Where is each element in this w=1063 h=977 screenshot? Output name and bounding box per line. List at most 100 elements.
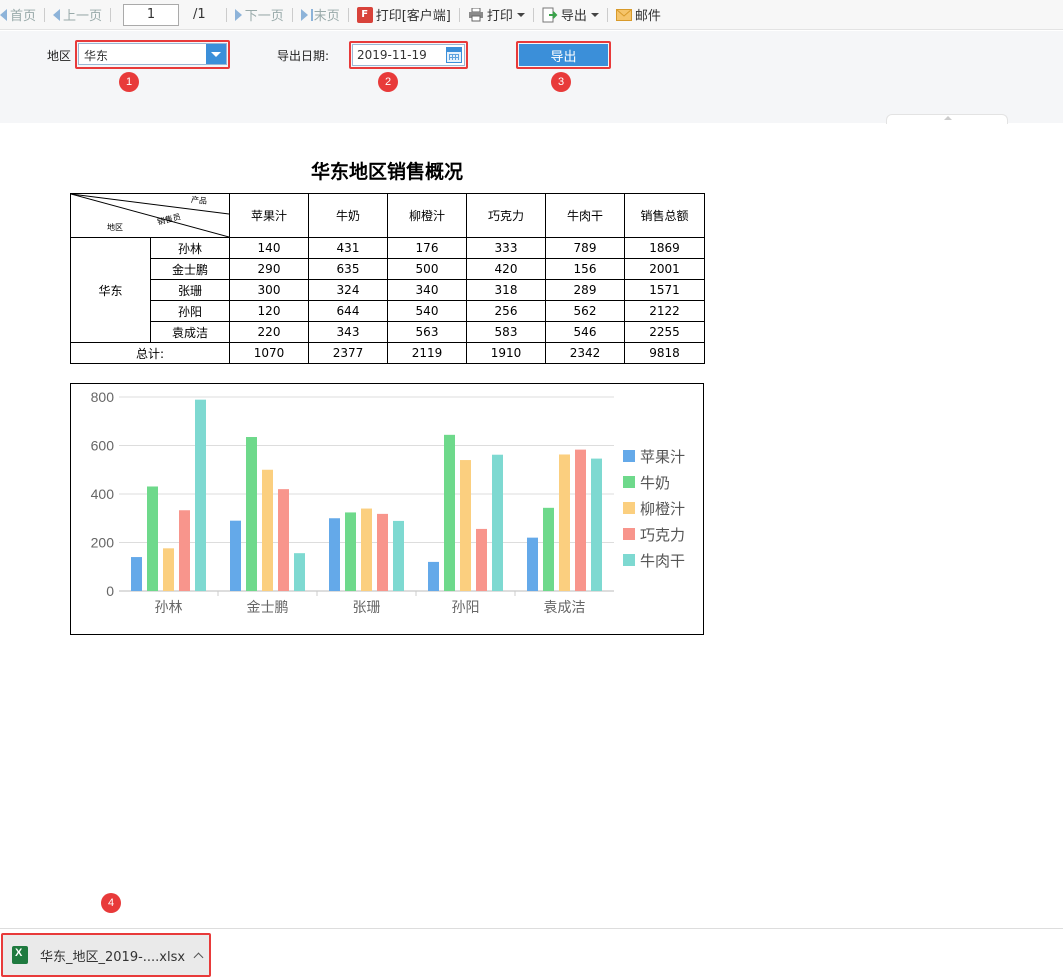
x-tick-label: 孙阳 bbox=[452, 600, 480, 616]
page-total: /1 bbox=[193, 7, 206, 22]
legend-label: 牛肉干 bbox=[640, 552, 685, 570]
step-badge-2: 2 bbox=[378, 72, 398, 92]
legend-swatch bbox=[623, 476, 635, 488]
column-header: 巧克力 bbox=[466, 193, 546, 238]
prev-page-label: 上一页 bbox=[63, 9, 103, 24]
salesperson-cell: 张珊 bbox=[150, 279, 230, 301]
panel-collapse-toggle[interactable] bbox=[886, 114, 1008, 124]
bar bbox=[262, 469, 273, 591]
bar bbox=[147, 486, 158, 591]
print-client-button[interactable]: F 打印[客户端] bbox=[356, 5, 451, 24]
bar bbox=[444, 434, 455, 591]
legend-swatch bbox=[623, 502, 635, 514]
chart-canvas: 0 200 400 600 800 孙林 金士鹏 张珊 孙阳 袁成洁 苹果汁牛奶柳橙汁巧克力牛肉干 bbox=[91, 389, 685, 616]
bar bbox=[460, 460, 471, 591]
salesperson-cell: 袁成洁 bbox=[150, 321, 230, 343]
export-menu-button[interactable]: 导出 bbox=[542, 5, 599, 24]
highlight-box-1 bbox=[75, 40, 230, 69]
print-label: 打印 bbox=[486, 9, 513, 24]
value-cell: 140 bbox=[229, 237, 309, 259]
value-cell: 300 bbox=[229, 279, 309, 301]
value-cell: 635 bbox=[308, 258, 388, 280]
region-cell: 华东 bbox=[70, 237, 151, 343]
row-total-cell: 1869 bbox=[624, 237, 705, 259]
value-cell: 324 bbox=[308, 279, 388, 301]
column-header: 销售总额 bbox=[624, 193, 705, 238]
bar bbox=[329, 518, 340, 591]
x-tick-label: 袁成洁 bbox=[544, 600, 586, 616]
salesperson-cell: 孙阳 bbox=[150, 300, 230, 322]
value-cell: 420 bbox=[466, 258, 546, 280]
total-label-cell: 总计: bbox=[70, 342, 230, 364]
page-number-input[interactable]: 1 bbox=[123, 3, 180, 26]
table-row: 袁成洁 220 343 563 583 546 2255 bbox=[71, 321, 705, 343]
value-cell: 318 bbox=[466, 279, 546, 301]
bar bbox=[230, 520, 241, 591]
salesperson-cell: 孙林 bbox=[150, 237, 230, 259]
value-cell: 120 bbox=[229, 300, 309, 322]
prev-page-icon bbox=[53, 8, 61, 21]
total-cell: 1070 bbox=[229, 342, 309, 364]
total-cell: 2377 bbox=[308, 342, 388, 364]
mail-button[interactable]: 邮件 bbox=[615, 5, 661, 24]
first-page-icon bbox=[0, 8, 7, 21]
bar bbox=[361, 508, 372, 591]
bar bbox=[428, 561, 439, 591]
table-row: 华东 孙林 140 431 176 333 789 1869 bbox=[70, 237, 705, 343]
total-cell: 1910 bbox=[466, 342, 546, 364]
grand-total-cell: 9818 bbox=[624, 342, 705, 364]
value-cell: 563 bbox=[387, 321, 467, 343]
separator bbox=[110, 7, 112, 22]
separator bbox=[44, 7, 46, 22]
value-cell: 644 bbox=[308, 300, 388, 322]
prev-page-button[interactable]: 上一页 bbox=[53, 5, 102, 24]
bar bbox=[377, 513, 388, 591]
y-tick-label: 600 bbox=[91, 438, 115, 454]
total-cell: 2119 bbox=[387, 342, 467, 364]
bar bbox=[345, 512, 356, 591]
print-button[interactable]: 打印 bbox=[468, 5, 525, 24]
value-cell: 256 bbox=[466, 300, 546, 322]
salesperson-cell: 金士鹏 bbox=[150, 258, 230, 280]
diagonal-header-cell: 产品 销售员 地区 bbox=[70, 193, 230, 238]
bar bbox=[559, 454, 570, 591]
value-cell: 156 bbox=[545, 258, 625, 280]
y-tick-label: 0 bbox=[106, 583, 114, 599]
legend-label: 苹果汁 bbox=[640, 448, 685, 466]
table-row: 孙阳 120 644 540 256 562 2122 bbox=[71, 300, 705, 322]
bar bbox=[476, 528, 487, 591]
bar bbox=[246, 437, 257, 591]
bar bbox=[278, 489, 289, 591]
value-cell: 289 bbox=[545, 279, 625, 301]
legend-label: 牛奶 bbox=[640, 474, 670, 492]
value-cell: 340 bbox=[387, 279, 467, 301]
printer-icon bbox=[468, 7, 484, 23]
export-date-label: 导出日期: bbox=[277, 49, 330, 63]
value-cell: 290 bbox=[229, 258, 309, 280]
row-total-cell: 2255 bbox=[624, 321, 705, 343]
chevron-down-icon bbox=[516, 12, 525, 17]
first-page-button[interactable]: 首页 bbox=[0, 5, 36, 24]
value-cell: 343 bbox=[308, 321, 388, 343]
x-tick-label: 孙林 bbox=[155, 600, 183, 616]
corner-product-label: 产品 bbox=[190, 195, 208, 206]
mail-icon bbox=[615, 7, 632, 23]
last-page-icon-bar bbox=[310, 8, 313, 21]
value-cell: 431 bbox=[308, 237, 388, 259]
separator bbox=[225, 7, 227, 22]
value-cell: 500 bbox=[387, 258, 467, 280]
value-cell: 546 bbox=[545, 321, 625, 343]
x-tick-label: 张珊 bbox=[353, 600, 381, 616]
chevron-down-icon bbox=[590, 12, 599, 17]
y-tick-label: 200 bbox=[91, 535, 115, 551]
value-cell: 562 bbox=[545, 300, 625, 322]
last-page-button[interactable]: 末页 bbox=[300, 5, 340, 24]
highlight-box-3 bbox=[516, 41, 611, 69]
table-row: 金士鹏 290 635 500 420 156 2001 bbox=[71, 258, 705, 280]
next-page-icon bbox=[234, 8, 242, 21]
bar bbox=[179, 510, 190, 591]
pdf-print-icon: F bbox=[356, 6, 373, 23]
next-page-button[interactable]: 下一页 bbox=[234, 5, 284, 24]
last-page-label: 末页 bbox=[313, 9, 340, 24]
report-toolbar: 首页 上一页 1 /1 下一页 末页 F 打印[客户端] 打印 导出 邮件 bbox=[0, 0, 1063, 30]
